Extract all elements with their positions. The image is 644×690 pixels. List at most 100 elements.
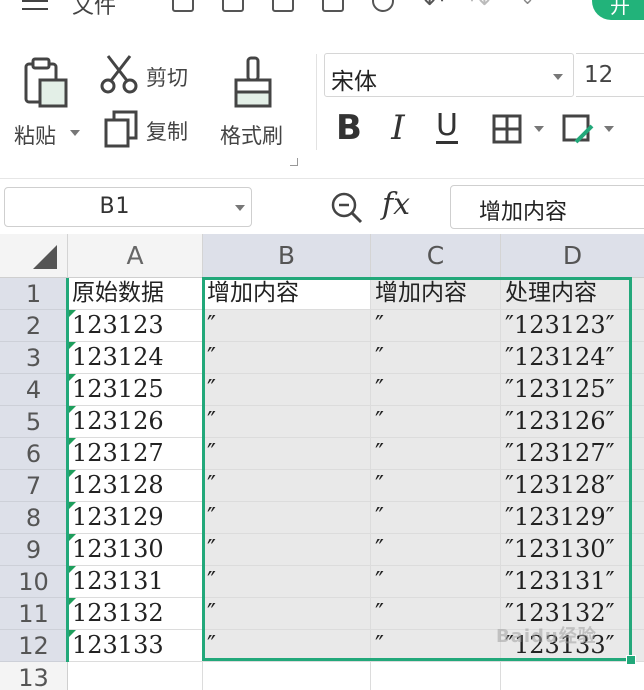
copy-button[interactable]: [104, 110, 140, 150]
table-cell[interactable]: ″: [203, 598, 371, 630]
fill-handle[interactable]: [626, 655, 636, 665]
table-cell[interactable]: 123128: [68, 470, 203, 502]
table-cell[interactable]: ″123131″: [501, 566, 644, 598]
table-cell[interactable]: ″123133″: [501, 630, 644, 662]
column-header-a[interactable]: A: [68, 234, 203, 278]
insert-function-button[interactable]: fx: [382, 187, 410, 222]
row-header[interactable]: 10: [0, 566, 68, 598]
table-cell[interactable]: ″: [371, 406, 501, 438]
formula-input[interactable]: 增加内容: [450, 185, 644, 229]
table-cell[interactable]: ″: [371, 630, 501, 662]
row-header[interactable]: 13: [0, 662, 68, 690]
menu-file[interactable]: 文件: [72, 0, 116, 20]
table-cell[interactable]: ″123126″: [501, 406, 644, 438]
row-header[interactable]: 2: [0, 310, 68, 342]
table-cell[interactable]: ″: [203, 566, 371, 598]
cut-button[interactable]: [100, 54, 140, 94]
table-cell[interactable]: 123123: [68, 310, 203, 342]
row-header[interactable]: 1: [0, 278, 68, 310]
table-cell[interactable]: 123125: [68, 374, 203, 406]
table-cell[interactable]: ″123129″: [501, 502, 644, 534]
font-name-select[interactable]: 宋体: [324, 53, 574, 97]
header-cell[interactable]: 增加内容: [371, 278, 501, 310]
table-cell[interactable]: [68, 662, 203, 690]
print-preview-icon[interactable]: [372, 0, 394, 12]
row-header[interactable]: 11: [0, 598, 68, 630]
table-cell[interactable]: 123124: [68, 342, 203, 374]
table-cell[interactable]: ″: [371, 566, 501, 598]
export-pdf-icon[interactable]: [272, 0, 294, 12]
menu-icon[interactable]: [22, 0, 48, 10]
borders-button[interactable]: [492, 114, 522, 144]
row-header[interactable]: 4: [0, 374, 68, 406]
table-cell[interactable]: 123132: [68, 598, 203, 630]
redo-icon[interactable]: ↷: [470, 0, 490, 16]
format-painter-button[interactable]: [232, 56, 276, 110]
font-size-select[interactable]: 12: [576, 53, 644, 97]
table-cell[interactable]: ″123124″: [501, 342, 644, 374]
table-cell[interactable]: 123131: [68, 566, 203, 598]
table-cell[interactable]: ″: [371, 534, 501, 566]
table-cell[interactable]: [501, 662, 644, 690]
header-cell[interactable]: 处理内容: [501, 278, 644, 310]
row-header[interactable]: 12: [0, 630, 68, 662]
zoom-search-button[interactable]: [330, 191, 364, 225]
save-icon[interactable]: [222, 0, 244, 12]
table-cell[interactable]: 123129: [68, 502, 203, 534]
table-cell[interactable]: [203, 662, 371, 690]
table-cell[interactable]: ″: [371, 374, 501, 406]
column-header-b[interactable]: B: [203, 234, 371, 278]
table-cell[interactable]: ″: [203, 406, 371, 438]
row-header[interactable]: 5: [0, 406, 68, 438]
table-cell[interactable]: ″: [203, 342, 371, 374]
row-header[interactable]: 8: [0, 502, 68, 534]
table-cell[interactable]: 123133: [68, 630, 203, 662]
table-cell[interactable]: 123130: [68, 534, 203, 566]
row-header[interactable]: 9: [0, 534, 68, 566]
header-cell[interactable]: 增加内容: [203, 278, 371, 310]
table-cell[interactable]: ″123132″: [501, 598, 644, 630]
tab-start[interactable]: 开: [592, 0, 644, 20]
table-cell[interactable]: [371, 662, 501, 690]
table-cell[interactable]: ″: [371, 502, 501, 534]
table-cell[interactable]: ″: [371, 598, 501, 630]
chevron-down-icon[interactable]: ⌄: [520, 0, 535, 9]
header-cell[interactable]: 原始数据: [68, 278, 203, 310]
row-header[interactable]: 6: [0, 438, 68, 470]
table-cell[interactable]: ″: [203, 502, 371, 534]
bold-button[interactable]: B: [334, 108, 364, 150]
table-cell[interactable]: 123126: [68, 406, 203, 438]
row-header[interactable]: 7: [0, 470, 68, 502]
table-cell[interactable]: ″: [203, 438, 371, 470]
borders-dropdown-icon[interactable]: [534, 126, 544, 132]
name-box[interactable]: B1: [4, 187, 252, 227]
underline-button[interactable]: U: [432, 108, 462, 150]
table-cell[interactable]: ″123128″: [501, 470, 644, 502]
italic-button[interactable]: I: [386, 108, 410, 150]
open-icon[interactable]: [172, 0, 194, 12]
table-cell[interactable]: ″123127″: [501, 438, 644, 470]
table-cell[interactable]: ″: [203, 310, 371, 342]
table-cell[interactable]: ″123123″: [501, 310, 644, 342]
undo-icon[interactable]: ↶: [424, 0, 444, 16]
table-cell[interactable]: ″: [203, 470, 371, 502]
column-header-d[interactable]: D: [501, 234, 644, 278]
table-cell[interactable]: ″: [371, 310, 501, 342]
print-icon[interactable]: [322, 0, 344, 12]
table-cell[interactable]: ″: [203, 374, 371, 406]
select-all-button[interactable]: [0, 234, 68, 278]
table-cell[interactable]: ″123130″: [501, 534, 644, 566]
row-header[interactable]: 3: [0, 342, 68, 374]
table-cell[interactable]: ″: [203, 630, 371, 662]
table-cell[interactable]: 123127: [68, 438, 203, 470]
paste-dropdown-icon[interactable]: [70, 130, 80, 136]
fill-color-button[interactable]: [562, 114, 596, 146]
column-header-c[interactable]: C: [371, 234, 501, 278]
table-cell[interactable]: ″: [203, 534, 371, 566]
table-cell[interactable]: ″: [371, 342, 501, 374]
paste-button[interactable]: [22, 56, 76, 110]
table-cell[interactable]: ″: [371, 438, 501, 470]
dialog-launcher-icon[interactable]: [290, 158, 298, 166]
fill-dropdown-icon[interactable]: [604, 126, 614, 132]
table-cell[interactable]: ″: [371, 470, 501, 502]
